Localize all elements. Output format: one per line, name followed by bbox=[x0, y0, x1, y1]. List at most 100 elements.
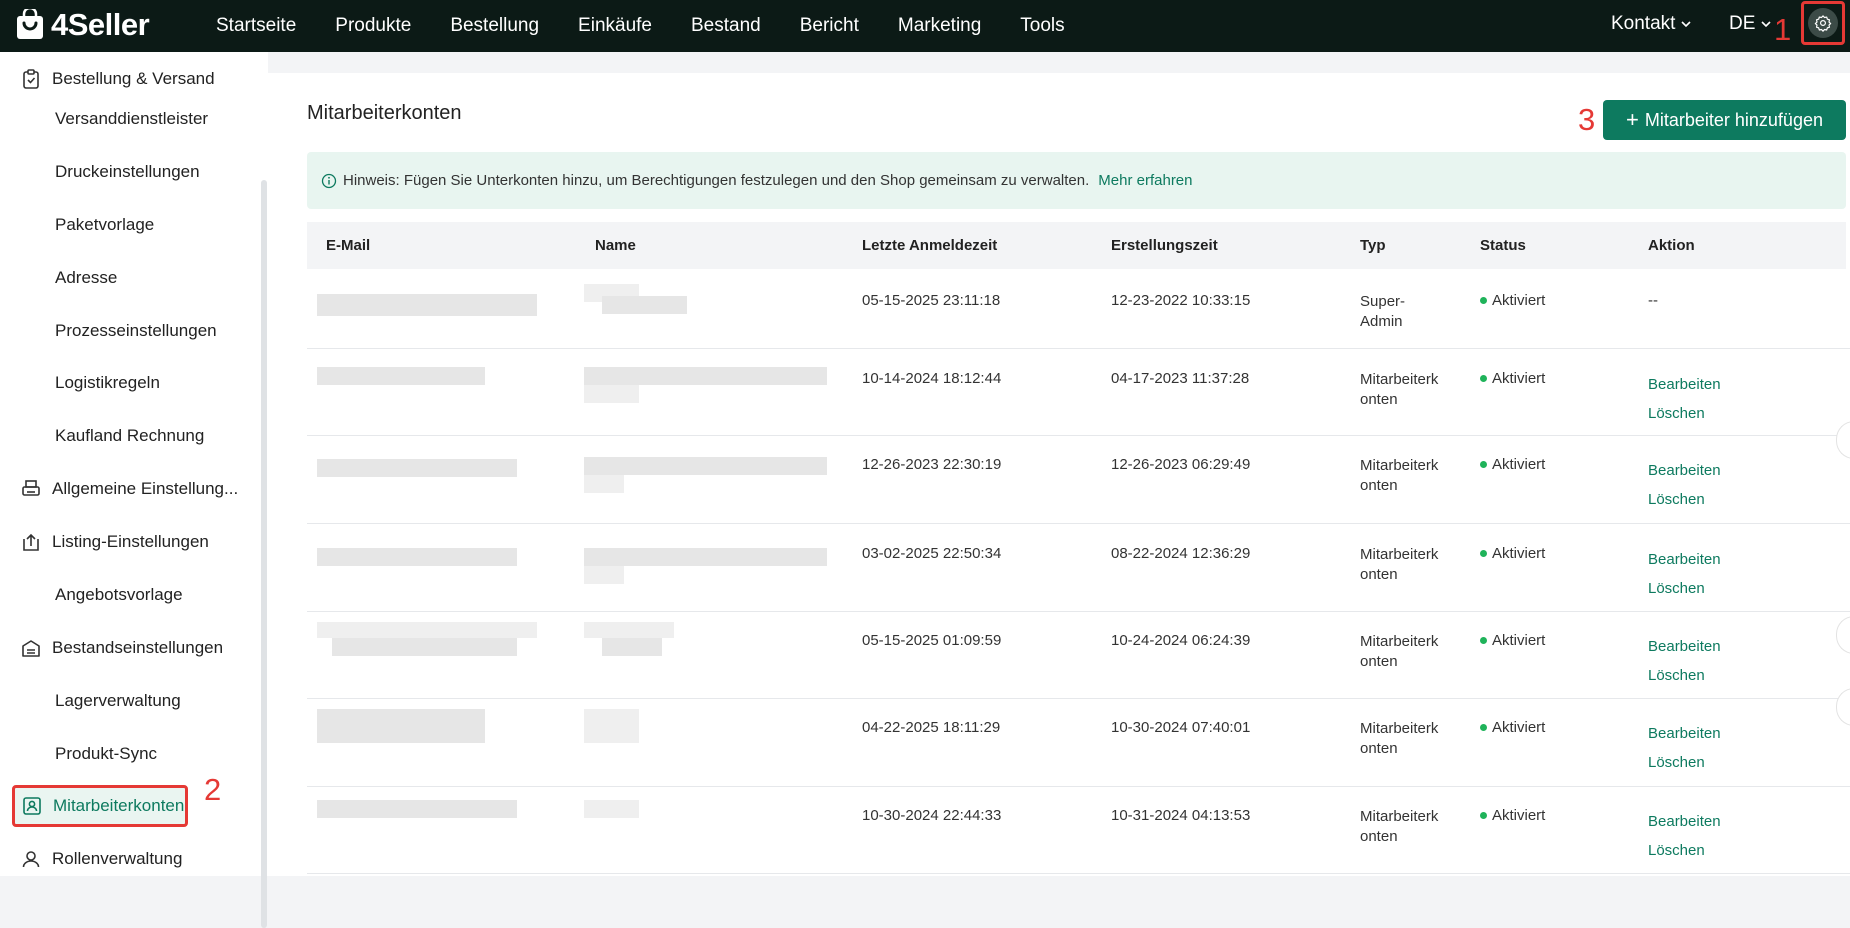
nav-einkaeufe[interactable]: Einkäufe bbox=[578, 15, 652, 37]
sidebar-group-bestandseinstellungen[interactable]: Bestandseinstellungen bbox=[0, 621, 258, 674]
edit-link[interactable]: Bearbeiten bbox=[1648, 632, 1721, 661]
sidebar-item-label: Lagerverwaltung bbox=[55, 690, 181, 710]
settings-sidebar: Bestellung & Versand Versanddienstleiste… bbox=[0, 52, 268, 928]
settings-button[interactable] bbox=[1801, 1, 1845, 45]
delete-link[interactable]: Löschen bbox=[1648, 574, 1721, 603]
edit-link[interactable]: Bearbeiten bbox=[1648, 719, 1721, 748]
sidebar-group-listing-einstellungen[interactable]: Listing-Einstellungen bbox=[0, 515, 258, 568]
upload-box-icon bbox=[23, 533, 39, 551]
column-header-type: Typ bbox=[1360, 237, 1386, 254]
column-header-name: Name bbox=[595, 237, 636, 254]
edit-link[interactable]: Bearbeiten bbox=[1648, 807, 1721, 836]
redacted-email bbox=[317, 459, 517, 477]
nav-tools[interactable]: Tools bbox=[1020, 15, 1064, 37]
column-header-email: E-Mail bbox=[326, 237, 371, 254]
sidebar-item-label: Mitarbeiterkonten bbox=[53, 796, 185, 815]
sidebar-item-label: Prozesseinstellungen bbox=[55, 320, 217, 340]
sidebar-item-adresse[interactable]: Adresse bbox=[0, 251, 258, 304]
printer-icon bbox=[22, 479, 40, 496]
sidebar-item-angebotsvorlage[interactable]: Angebotsvorlage bbox=[0, 568, 258, 621]
sidebar-item-label: Bestandseinstellungen bbox=[52, 637, 224, 657]
delete-link[interactable]: Löschen bbox=[1648, 748, 1721, 777]
status-dot bbox=[1480, 296, 1487, 304]
status-dot bbox=[1480, 811, 1487, 819]
redacted-email-part bbox=[332, 638, 517, 656]
annotation-marker-3: 3 bbox=[1578, 102, 1596, 137]
nav-bestellung[interactable]: Bestellung bbox=[450, 15, 539, 37]
status-dot bbox=[1480, 374, 1487, 382]
created-cell: 10-24-2024 06:24:39 bbox=[1111, 632, 1251, 649]
add-employee-button[interactable]: + Mitarbeiter hinzufügen bbox=[1603, 100, 1846, 140]
type-cell: Super- Admin bbox=[1360, 292, 1405, 332]
action-cell: Bearbeiten Löschen bbox=[1648, 456, 1721, 514]
sidebar-item-paketvorlage[interactable]: Paketvorlage bbox=[0, 198, 258, 251]
badge-user-icon bbox=[23, 797, 41, 815]
type-line-2: onten bbox=[1360, 477, 1398, 494]
delete-link[interactable]: Löschen bbox=[1648, 661, 1721, 690]
status-badge: Aktiviert bbox=[1480, 292, 1545, 309]
edit-link[interactable]: Bearbeiten bbox=[1648, 545, 1721, 574]
contact-dropdown[interactable]: Kontakt bbox=[1611, 13, 1692, 35]
sidebar-item-label: Druckeinstellungen bbox=[55, 161, 200, 181]
nav-bestand[interactable]: Bestand bbox=[691, 15, 761, 37]
redacted-name bbox=[584, 367, 827, 385]
last-login-cell: 03-02-2025 22:50:34 bbox=[862, 545, 1002, 562]
redacted-email bbox=[317, 548, 517, 566]
table-row: 04-22-2025 18:11:29 10-30-2024 07:40:01 … bbox=[307, 699, 1850, 787]
status-badge: Aktiviert bbox=[1480, 545, 1545, 562]
delete-link[interactable]: Löschen bbox=[1648, 836, 1721, 865]
action-cell: Bearbeiten Löschen bbox=[1648, 719, 1721, 777]
nav-startseite[interactable]: Startseite bbox=[216, 15, 296, 37]
user-icon bbox=[22, 850, 40, 867]
nav-marketing[interactable]: Marketing bbox=[898, 15, 981, 37]
nav-bericht[interactable]: Bericht bbox=[800, 15, 859, 37]
page-title: Mitarbeiterkonten bbox=[307, 102, 462, 124]
sidebar-item-kaufland-rechnung[interactable]: Kaufland Rechnung bbox=[0, 409, 258, 462]
sidebar-item-versanddienstleister[interactable]: Versanddienstleister bbox=[0, 92, 258, 145]
sidebar-group-rollenverwaltung[interactable]: Rollenverwaltung bbox=[0, 832, 258, 885]
redacted-email bbox=[317, 367, 485, 385]
add-employee-label: Mitarbeiter hinzufügen bbox=[1644, 109, 1823, 130]
contact-label: Kontakt bbox=[1611, 13, 1676, 34]
sidebar-item-label: Versanddienstleister bbox=[55, 108, 209, 128]
action-cell: Bearbeiten Löschen bbox=[1648, 370, 1721, 428]
delete-link[interactable]: Löschen bbox=[1648, 399, 1721, 428]
edit-link[interactable]: Bearbeiten bbox=[1648, 456, 1721, 485]
main-nav: Startseite Produkte Bestellung Einkäufe … bbox=[216, 0, 1065, 52]
status-badge: Aktiviert bbox=[1480, 370, 1545, 387]
column-header-created: Erstellungszeit bbox=[1111, 237, 1218, 254]
redacted-name-part bbox=[584, 566, 624, 584]
redacted-name bbox=[584, 800, 639, 818]
type-line-2: Admin bbox=[1360, 313, 1403, 330]
learn-more-link[interactable]: Mehr erfahren bbox=[1098, 172, 1192, 189]
sidebar-item-mitarbeiterkonten[interactable]: Mitarbeiterkonten bbox=[12, 785, 188, 827]
sidebar-item-label: Adresse bbox=[55, 267, 118, 287]
status-dot bbox=[1480, 549, 1487, 557]
type-line-1: Mitarbeiterk bbox=[1360, 720, 1439, 737]
language-dropdown[interactable]: DE bbox=[1729, 13, 1772, 35]
action-empty: -- bbox=[1648, 292, 1658, 309]
sidebar-item-lagerverwaltung[interactable]: Lagerverwaltung bbox=[0, 674, 258, 727]
nav-produkte[interactable]: Produkte bbox=[335, 15, 411, 37]
table-row: 05-15-2025 23:11:18 12-23-2022 10:33:15 … bbox=[307, 269, 1850, 349]
redacted-name bbox=[584, 622, 674, 638]
delete-link[interactable]: Löschen bbox=[1648, 485, 1721, 514]
annotation-marker-2: 2 bbox=[204, 772, 222, 807]
sidebar-item-druckeinstellungen[interactable]: Druckeinstellungen bbox=[0, 145, 258, 198]
edit-link[interactable]: Bearbeiten bbox=[1648, 370, 1721, 399]
sidebar-scrollbar[interactable] bbox=[261, 180, 267, 928]
app-logo[interactable]: 4Seller bbox=[14, 8, 150, 42]
created-cell: 12-23-2022 10:33:15 bbox=[1111, 292, 1251, 309]
sidebar-item-prozesseinstellungen[interactable]: Prozesseinstellungen bbox=[0, 304, 258, 357]
type-line-2: onten bbox=[1360, 828, 1398, 845]
sidebar-group-allgemeine-einstellungen[interactable]: Allgemeine Einstellung... bbox=[0, 462, 258, 515]
redacted-email bbox=[317, 709, 485, 743]
type-line-1: Mitarbeiterk bbox=[1360, 457, 1439, 474]
table-row: 05-15-2025 01:09:59 10-24-2024 06:24:39 … bbox=[307, 612, 1850, 699]
type-line-2: onten bbox=[1360, 740, 1398, 757]
created-cell: 10-31-2024 04:13:53 bbox=[1111, 807, 1251, 824]
type-cell: Mitarbeiterk onten bbox=[1360, 545, 1438, 585]
type-cell: Mitarbeiterk onten bbox=[1360, 719, 1438, 759]
table-row: 03-02-2025 22:50:34 08-22-2024 12:36:29 … bbox=[307, 524, 1850, 612]
sidebar-item-logistikregeln[interactable]: Logistikregeln bbox=[0, 356, 258, 409]
